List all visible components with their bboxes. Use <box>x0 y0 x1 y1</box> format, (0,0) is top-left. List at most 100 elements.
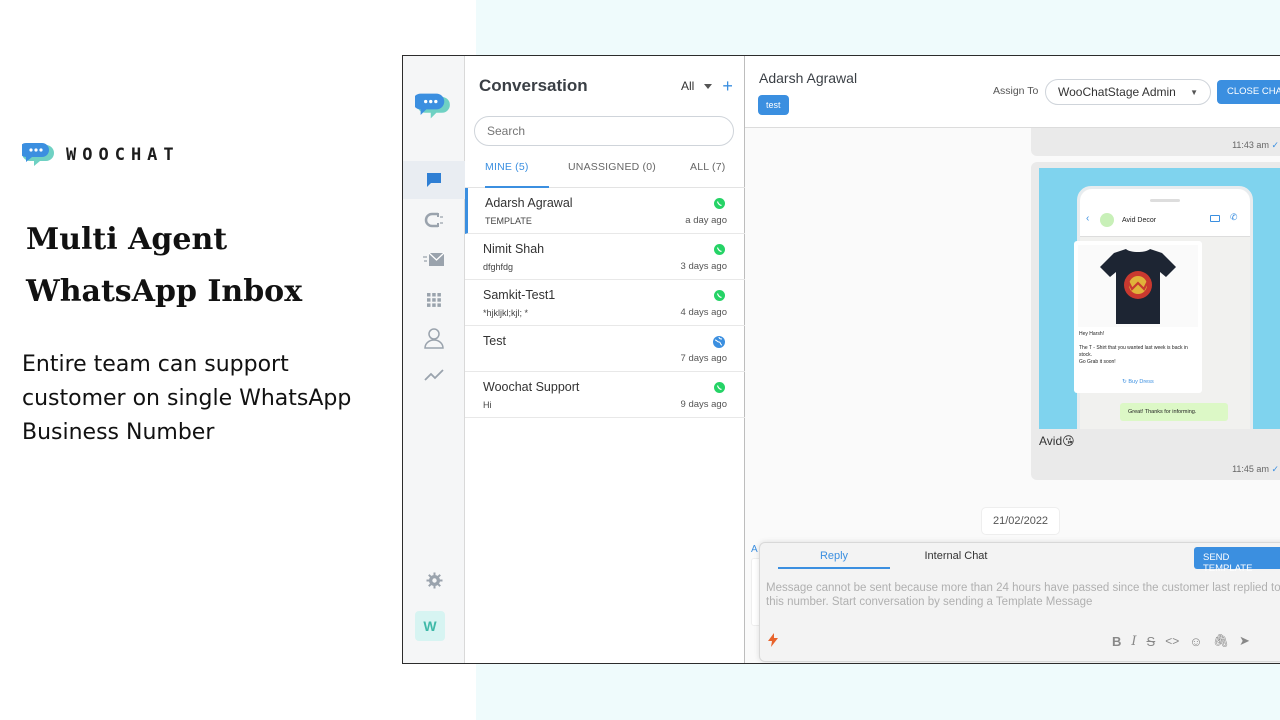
brand-name: WOOCHAT <box>66 145 180 165</box>
phone-header: ‹ Avid Decor ✆ <box>1080 189 1250 237</box>
globe-icon <box>713 336 725 348</box>
send-template-button[interactable]: SEND TEMPLATE <box>1194 547 1280 574</box>
lightning-icon[interactable] <box>768 633 778 647</box>
whatsapp-icon <box>714 198 725 209</box>
sidebar-item-analytics[interactable] <box>403 356 465 394</box>
buy-dress-link: ↻ Buy Dress <box>1122 379 1154 385</box>
tshirt-image <box>1100 249 1176 324</box>
store-avatar <box>1100 213 1114 227</box>
mail-icon <box>423 252 445 266</box>
send-icon[interactable]: ➤ <box>1239 633 1250 649</box>
sidebar-item-apps[interactable] <box>403 281 465 319</box>
whatsapp-icon <box>714 244 725 255</box>
message-bubble: 11:43 am ✓ <box>1031 128 1280 156</box>
sidebar-rail: W <box>403 56 465 663</box>
conversation-rows: Adarsh Agrawal TEMPLATE a day ago Nimit … <box>465 188 745 418</box>
trend-icon <box>424 369 444 381</box>
code-icon[interactable]: <> <box>1165 634 1179 648</box>
app-logo[interactable] <box>412 88 451 129</box>
conversation-name: Adarsh Agrawal <box>485 196 573 210</box>
attachment-icon[interactable]: 🖇 <box>1213 633 1230 649</box>
app-window: W Conversation All + MINE (5) UNASSIGNED… <box>402 55 1280 664</box>
caret-down-icon <box>704 83 713 89</box>
promo-headline: Multi Agent WhatsApp Inbox <box>26 214 302 318</box>
bold-icon[interactable]: B <box>1112 634 1121 649</box>
caret-down-icon: ▼ <box>1190 88 1198 97</box>
close-chat-button[interactable]: CLOSE CHAT <box>1217 80 1280 104</box>
sidebar-item-magnet[interactable] <box>403 201 465 239</box>
tab-all[interactable]: ALL (7) <box>690 156 725 188</box>
message-image[interactable]: ‹ Avid Decor ✆ Hey Harsh! The T - Shirt … <box>1039 168 1280 429</box>
conversation-row[interactable]: Adarsh Agrawal TEMPLATE a day ago <box>465 188 745 234</box>
chat-header: Adarsh Agrawal test Assign To WooChatSta… <box>745 56 1280 128</box>
assignee-select[interactable]: WooChatStage Admin ▼ <box>1045 79 1211 105</box>
magnet-icon <box>424 212 443 228</box>
product-image <box>1078 245 1198 327</box>
product-text: Hey Harsh! The T - Shirt that you wanted… <box>1079 331 1188 365</box>
chat-panel: Adarsh Agrawal test Assign To WooChatSta… <box>745 56 1280 663</box>
store-name: Avid Decor <box>1122 217 1157 224</box>
user-avatar[interactable]: W <box>415 611 445 641</box>
contact-tag[interactable]: test <box>758 95 789 115</box>
sidebar-item-chat[interactable] <box>403 161 465 199</box>
message-composer: Reply Internal Chat SEND TEMPLATE Messag… <box>759 542 1280 662</box>
message-time: 11:45 am ✓ <box>1232 464 1279 474</box>
conversation-name: Test <box>483 334 506 348</box>
conversation-name: Nimit Shah <box>483 242 545 256</box>
message-caption: Avid😘 <box>1039 434 1075 448</box>
brand-logo: WOOCHAT <box>22 139 180 171</box>
filter-value: All <box>681 79 695 93</box>
grid-icon <box>427 293 441 307</box>
message-time: 11:43 am ✓ <box>1232 140 1279 150</box>
tab-mine[interactable]: MINE (5) <box>485 156 549 188</box>
conversation-time: 9 days ago <box>680 399 727 410</box>
conversation-row[interactable]: Samkit-Test1 *hjkljkl;kjl; * 4 days ago <box>465 280 745 326</box>
assignee-value: WooChatStage Admin <box>1058 85 1176 99</box>
conversation-filter[interactable]: All + <box>681 77 733 95</box>
conversation-time: a day ago <box>685 215 727 226</box>
conversation-tabs: MINE (5) UNASSIGNED (0) ALL (7) <box>465 156 745 188</box>
sidebar-item-contacts[interactable] <box>403 319 465 357</box>
phone-mockup: ‹ Avid Decor ✆ Hey Harsh! The T - Shirt … <box>1074 186 1253 429</box>
conversation-row[interactable]: Test 7 days ago <box>465 326 745 372</box>
format-toolbar: B I S <> ☺ 🖇 ➤ <box>1112 633 1250 649</box>
conversation-time: 3 days ago <box>680 261 727 272</box>
headline-line-1: Multi Agent <box>26 222 228 257</box>
strikethrough-icon[interactable]: S <box>1147 634 1156 649</box>
sidebar-item-mail[interactable] <box>403 241 465 279</box>
sidebar-item-settings[interactable] <box>403 561 465 599</box>
contact-name: Adarsh Agrawal <box>759 70 858 86</box>
customer-reply: Great! Thanks for informing. <box>1120 403 1228 421</box>
whatsapp-icon <box>714 382 725 393</box>
date-separator: 21/02/2022 <box>981 507 1061 535</box>
composer-disabled-message: Message cannot be sent because more than… <box>766 582 1280 608</box>
back-arrow-icon: ‹ <box>1086 213 1090 224</box>
conversation-row[interactable]: Nimit Shah dfghfdg 3 days ago <box>465 234 745 280</box>
conversation-name: Samkit-Test1 <box>483 288 556 302</box>
promo-subtext: Entire team can support customer on sing… <box>22 352 352 445</box>
user-icon <box>424 328 444 349</box>
conversation-list-panel: Conversation All + MINE (5) UNASSIGNED (… <box>465 56 745 663</box>
conversation-time: 7 days ago <box>680 353 727 364</box>
gear-icon <box>426 572 442 588</box>
tab-internal-chat[interactable]: Internal Chat <box>900 543 1012 569</box>
whatsapp-icon <box>714 290 725 301</box>
side-letter: A <box>751 544 758 555</box>
woochat-logo-icon <box>22 143 54 166</box>
image-message-bubble: ‹ Avid Decor ✆ Hey Harsh! The T - Shirt … <box>1031 162 1280 480</box>
phone-call-icon: ✆ <box>1230 212 1238 222</box>
woochat-logo-icon <box>412 93 450 119</box>
emoji-icon[interactable]: ☺ <box>1189 634 1202 649</box>
conversation-name: Woochat Support <box>483 380 580 394</box>
conversation-row[interactable]: Woochat Support Hi 9 days ago <box>465 372 745 418</box>
search-input[interactable] <box>474 116 734 146</box>
italic-icon[interactable]: I <box>1131 634 1136 649</box>
add-conversation-icon[interactable]: + <box>722 77 733 95</box>
assign-label: Assign To <box>993 85 1039 97</box>
tab-unassigned[interactable]: UNASSIGNED (0) <box>568 156 656 188</box>
tab-reply[interactable]: Reply <box>778 543 890 569</box>
video-icon <box>1210 215 1220 222</box>
product-card: Hey Harsh! The T - Shirt that you wanted… <box>1074 241 1202 393</box>
conversation-time: 4 days ago <box>680 307 727 318</box>
chat-bubble-icon <box>427 173 441 187</box>
